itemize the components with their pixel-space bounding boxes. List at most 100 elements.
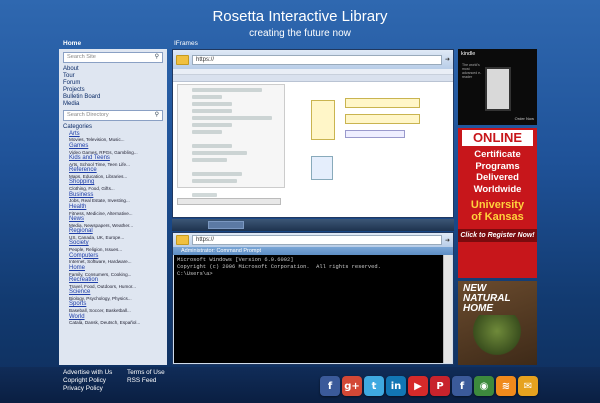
category-regional[interactable]: Regional [69, 228, 163, 235]
category-sub: Català, Dansk, Deutsch, Español... [69, 320, 141, 326]
search-directory-input[interactable]: Search Directory ⚲ [63, 110, 163, 121]
taskbar-button[interactable] [208, 221, 244, 229]
twitter-icon[interactable]: t [364, 376, 384, 396]
youtube-icon[interactable]: ▶ [408, 376, 428, 396]
ad-home-title: NEW NATURAL HOME [463, 284, 511, 314]
ad-university: University of Kansas [458, 199, 537, 223]
ad-body: Certificate Programs Delivered Worldwide [458, 149, 537, 195]
category-science[interactable]: Science [69, 289, 163, 296]
category-arts[interactable]: Arts [69, 131, 163, 138]
kindle-tagline: The world's most advanced e-reader [462, 63, 482, 79]
copyright-policy-link[interactable]: Copright Policy [63, 377, 112, 385]
ad-body-line: Certificate [474, 149, 521, 160]
frame-box [311, 100, 335, 140]
advertise-link[interactable]: Advertise with Us [63, 369, 112, 377]
browser-tab-strip [173, 75, 453, 82]
iframe-browser[interactable]: https:// ➜ [172, 49, 454, 218]
google-plus-icon[interactable]: g+ [342, 376, 362, 396]
site-title: Rosetta Interactive Library [212, 8, 388, 25]
facebook-icon[interactable]: f [320, 376, 340, 396]
site-subtitle: creating the future now [249, 28, 351, 39]
linkedin-icon[interactable]: in [386, 376, 406, 396]
iframe-command-prompt[interactable]: https:// ➜ Administrator: Command Prompt… [172, 232, 454, 365]
code-panel [177, 84, 285, 197]
category-reference[interactable]: Reference [69, 167, 163, 174]
ad-body-line: Programs [475, 160, 520, 172]
ereader-image [485, 67, 511, 111]
folder-icon[interactable] [176, 54, 189, 65]
social-icons: f g+ t in ▶ Pf ◉ ≋ ✉ [320, 376, 538, 396]
category-sports[interactable]: Sports [69, 301, 163, 308]
ad-register-cta[interactable]: Click to Register Now! [458, 229, 537, 242]
natural-home-ad[interactable]: NEW NATURAL HOME [458, 281, 537, 365]
sidebar-link-tour[interactable]: Tour [63, 73, 163, 80]
category-kids-and-teens[interactable]: Kids and Teens [69, 155, 163, 162]
list-object [345, 98, 420, 108]
rss-icon[interactable]: ≋ [496, 376, 516, 396]
category-computers[interactable]: Computers [69, 253, 163, 260]
sidebar-link-about[interactable]: About [63, 66, 163, 73]
ad-home-title-line: HOME [463, 303, 493, 314]
kindle-brand: kindle [461, 51, 476, 57]
kindle-ad[interactable]: kindle The world's most advanced e-reade… [458, 49, 537, 125]
folder-icon[interactable] [176, 235, 189, 245]
search-site-input[interactable]: Search Site ⚲ [63, 52, 163, 63]
sidebar-link-bulletin-board[interactable]: Bulletin Board [63, 94, 163, 101]
ad-university-line: University [470, 199, 525, 211]
search-directory-placeholder: Search Directory [67, 112, 109, 119]
footer-col-2: Terms of Use RSS Feed [127, 369, 165, 385]
step-controls[interactable] [177, 198, 281, 205]
ad-body-line: Delivered [476, 172, 519, 183]
search-site-placeholder: Search Site [67, 54, 96, 61]
globe-icon[interactable]: ◉ [474, 376, 494, 396]
iframe-toolbar: https:// ➜ [173, 233, 453, 247]
console-prompt: C:\Users\a> [177, 271, 213, 277]
ad-online-label: ONLINE [462, 130, 533, 146]
console-line: Microsoft Windows [Version 6.0.6002] [177, 257, 294, 263]
category-health[interactable]: Health [69, 204, 163, 211]
cmd-window-title: Administrator: Command Prompt [173, 247, 453, 255]
rss-feed-link[interactable]: RSS Feed [127, 377, 165, 385]
iframe-toolbar: https:// ➜ [173, 50, 453, 69]
privacy-policy-link[interactable]: Privacy Policy [63, 385, 112, 393]
list-object [345, 114, 420, 124]
pinterest-icon[interactable]: P [430, 376, 450, 396]
arrow-right-icon[interactable]: ➜ [445, 56, 450, 63]
console-output[interactable]: Microsoft Windows [Version 6.0.6002] Cop… [174, 255, 444, 363]
function-object [345, 130, 405, 138]
console-scrollbar[interactable] [443, 255, 452, 363]
online-programs-ad[interactable]: ONLINE Certificate Programs Delivered Wo… [458, 128, 537, 278]
category-list: Arts Movies, Television, Music... Games … [63, 131, 163, 326]
console-line: Copyright (c) 2006 Microsoft Corporation… [177, 264, 381, 270]
footer-col-1: Advertise with Us Copright Policy Privac… [63, 369, 112, 393]
iframe-address-bar[interactable]: https:// [192, 54, 442, 65]
windows-taskbar [172, 219, 454, 231]
facebook-icon-2[interactable]: f [452, 376, 472, 396]
sidebar-link-media[interactable]: Media [63, 101, 163, 108]
category-recreation[interactable]: Recreation [69, 277, 163, 284]
sidebar: Search Site ⚲ About Tour Forum Projects … [59, 49, 167, 365]
category-world[interactable]: World [69, 314, 163, 321]
search-icon[interactable]: ⚲ [155, 54, 159, 61]
iframes-heading: IFrames [174, 40, 198, 47]
category-society[interactable]: Society [69, 240, 163, 247]
search-icon[interactable]: ⚲ [155, 112, 159, 119]
category-home[interactable]: Home [69, 265, 163, 272]
terms-of-use-link[interactable]: Terms of Use [127, 369, 165, 377]
frame-box [311, 156, 333, 180]
arrow-right-icon[interactable]: ➜ [445, 237, 450, 244]
category-news[interactable]: News [69, 216, 163, 223]
category-shopping[interactable]: Shopping [69, 179, 163, 186]
sidebar-link-forum[interactable]: Forum [63, 80, 163, 87]
categories-heading: Categories [63, 124, 93, 130]
home-heading[interactable]: Home [63, 40, 81, 47]
sidebar-link-projects[interactable]: Projects [63, 87, 163, 94]
object-visualization [293, 86, 443, 196]
category-games[interactable]: Games [69, 143, 163, 150]
ad-body-line: Worldwide [473, 183, 522, 195]
iframe-address-bar[interactable]: https:// [192, 235, 442, 245]
plant-image [466, 315, 528, 355]
mail-icon[interactable]: ✉ [518, 376, 538, 396]
category-business[interactable]: Business [69, 192, 163, 199]
kindle-order-link[interactable]: Order Now [515, 116, 534, 121]
